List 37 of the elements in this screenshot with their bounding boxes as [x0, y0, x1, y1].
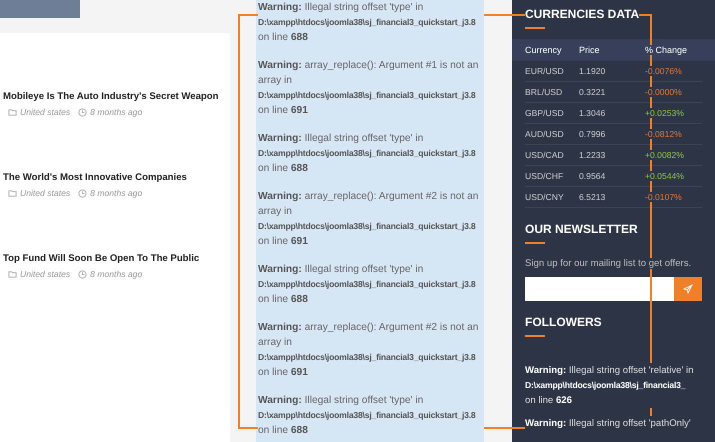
currency-change: +0.0253% — [645, 108, 684, 118]
article-title[interactable]: Mobileye Is The Auto Industry's Secret Weapon — [3, 91, 230, 102]
article-title[interactable]: The World's Most Innovative Companies — [3, 172, 230, 183]
article-category: United states — [8, 107, 70, 117]
currency-change: -0.0107% — [645, 192, 682, 202]
currency-price: 0.3221 — [579, 87, 606, 97]
newsletter-text: Sign up for our mailing list to get offers. — [525, 258, 692, 269]
article-category: United states — [8, 188, 70, 198]
column-header: Currency — [525, 45, 562, 55]
currency-pair: BRL/USD — [525, 87, 562, 97]
currency-change: +0.0082% — [645, 150, 684, 160]
currency-change: +0.0544% — [645, 171, 684, 181]
article-date: 8 months ago — [78, 107, 142, 117]
column-header: % Change — [645, 45, 688, 55]
currency-price: 6.5213 — [579, 192, 606, 202]
currency-pair: EUR/USD — [525, 66, 564, 76]
currency-price: 1.2233 — [579, 150, 606, 160]
currency-change: -0.0000% — [645, 87, 682, 97]
article-title[interactable]: Top Fund Will Soon Be Open To The Public — [3, 253, 230, 264]
article-category: United states — [8, 269, 70, 279]
currency-pair: AUD/USD — [525, 129, 564, 139]
currency-change: -0.0076% — [645, 66, 682, 76]
section-heading: CURRENCIES DATA — [525, 7, 640, 21]
currency-pair: USD/CNY — [525, 192, 564, 202]
article-date: 8 months ago — [78, 188, 142, 198]
article-date: 8 months ago — [78, 269, 142, 279]
currency-price: 1.1920 — [579, 66, 606, 76]
currency-pair: USD/CAD — [525, 150, 564, 160]
currency-price: 0.7996 — [579, 129, 606, 139]
currency-pair: USD/CHF — [525, 171, 564, 181]
currency-price: 1.3046 — [579, 108, 606, 118]
currency-pair: GBP/USD — [525, 108, 564, 118]
currency-price: 0.9564 — [579, 171, 606, 181]
column-header: Price — [579, 45, 600, 55]
section-heading: FOLLOWERS — [525, 315, 602, 329]
currency-change: -0.0812% — [645, 129, 682, 139]
section-heading: OUR NEWSLETTER — [525, 222, 638, 236]
